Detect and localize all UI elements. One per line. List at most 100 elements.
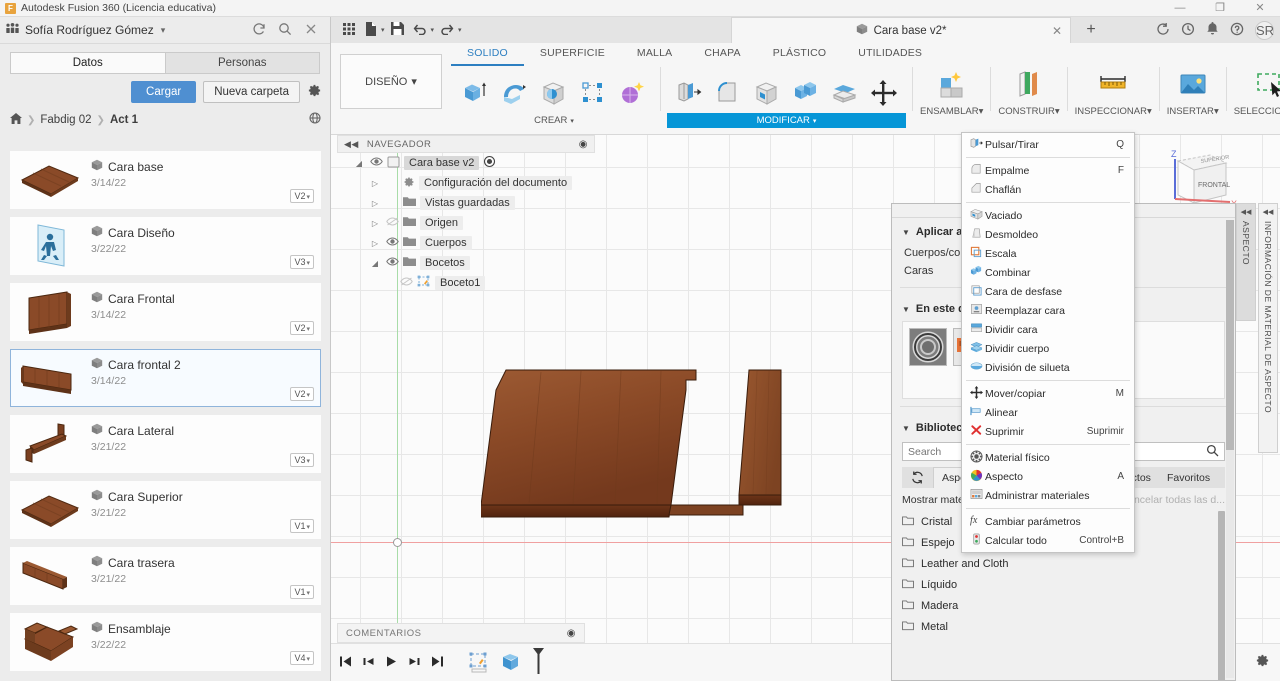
- navigator-row[interactable]: ▷Origen: [337, 213, 595, 233]
- navigator-root-row[interactable]: ◢ Cara base v2: [337, 153, 595, 173]
- navigator-row[interactable]: ▷Vistas guardadas: [337, 193, 595, 213]
- app-grid-icon[interactable]: [339, 22, 359, 39]
- menu-item-material-f-sico[interactable]: Material físico: [962, 448, 1134, 467]
- library-folder-row[interactable]: Líquido: [902, 574, 1225, 595]
- undo-icon[interactable]: [410, 22, 430, 38]
- version-badge[interactable]: V2▾: [290, 189, 314, 203]
- globe-icon[interactable]: [309, 112, 322, 128]
- search-icon[interactable]: [1206, 444, 1219, 460]
- vertical-tab-aspecto[interactable]: ◀◀ ASPECTO: [1236, 203, 1256, 321]
- tab-datos[interactable]: Datos: [10, 52, 165, 74]
- visibility-eye-icon[interactable]: [385, 257, 399, 269]
- ribbon-tab-chapa[interactable]: CHAPA: [688, 43, 756, 66]
- expand-triangle-icon[interactable]: ◢: [369, 259, 381, 268]
- version-badge[interactable]: V3▾: [290, 255, 314, 269]
- document-tab[interactable]: Cara base v2* ✕: [731, 17, 1071, 43]
- close-window-button[interactable]: ✕: [1240, 0, 1280, 17]
- ribbon-tab-list[interactable]: SOLIDOSUPERFICIEMALLACHAPAPLÁSTICOUTILID…: [451, 43, 938, 66]
- gear-icon[interactable]: [307, 83, 322, 101]
- home-icon[interactable]: [10, 113, 22, 127]
- expand-triangle-icon[interactable]: ◢: [353, 159, 365, 168]
- version-badge[interactable]: V1▾: [290, 585, 314, 599]
- visibility-eye-icon[interactable]: [369, 157, 383, 169]
- timeline-prev-button[interactable]: [362, 655, 375, 671]
- ribbon-tab-solido[interactable]: SOLIDO: [451, 43, 524, 66]
- activate-component-icon[interactable]: [483, 155, 496, 171]
- modify-dropdown-menu[interactable]: Pulsar/TirarQ EmpalmeFChaflán VaciadoDesmo…: [961, 132, 1135, 553]
- history-clock-icon[interactable]: [1181, 22, 1195, 39]
- timeline-node-sketch[interactable]: [468, 651, 490, 675]
- list-item[interactable]: Cara Lateral3/21/22V3▾: [10, 415, 321, 473]
- comments-options-icon[interactable]: ◉: [567, 628, 576, 639]
- version-badge[interactable]: V3▾: [290, 453, 314, 467]
- menu-item-administrar-materiales[interactable]: Administrar materiales: [962, 486, 1134, 505]
- chevron-down-icon[interactable]: ▾: [161, 25, 166, 36]
- ribbon-group-label-crear[interactable]: CREAR▾: [526, 113, 582, 128]
- refresh-icon[interactable]: [252, 22, 266, 39]
- menu-item-calcular-todo[interactable]: Calcular todoControl+B: [962, 531, 1134, 550]
- menu-item-cara-de-desfase[interactable]: Cara de desfase: [962, 282, 1134, 301]
- cancel-all-downloads-link[interactable]: Cancelar todas las d...: [1121, 494, 1225, 506]
- menu-item-suprimir[interactable]: SuprimirSuprimir: [962, 422, 1134, 441]
- menu-item-divisi-n-de-silueta[interactable]: División de silueta: [962, 358, 1134, 377]
- visibility-eye-icon[interactable]: [385, 217, 399, 229]
- comments-bar[interactable]: COMENTARIOS ◉: [337, 623, 585, 643]
- construct-icon[interactable]: [1011, 65, 1047, 105]
- menu-item-empalme[interactable]: EmpalmeF: [962, 161, 1134, 180]
- menu-item-pulsar-tirar[interactable]: Pulsar/TirarQ: [962, 135, 1134, 154]
- gear-icon[interactable]: [1255, 653, 1270, 671]
- timeline-last-button[interactable]: [431, 655, 444, 671]
- vertical-tab-informacion-material[interactable]: ◀◀ INFORMACIÓN DE MATERIAL DE ASPECTO: [1258, 203, 1278, 453]
- ribbon-group-ensamblar[interactable]: ENSAMBLAR▾: [916, 65, 987, 117]
- close-tab-icon[interactable]: ✕: [1052, 24, 1062, 38]
- timeline-node-extrude[interactable]: [500, 651, 522, 675]
- select-icon[interactable]: [1252, 65, 1280, 105]
- timeline-marker-icon[interactable]: [532, 648, 545, 677]
- expand-triangle-icon[interactable]: ▷: [369, 219, 381, 228]
- combine-icon[interactable]: [788, 73, 824, 113]
- list-item[interactable]: Cara frontal 23/14/22V2▾: [10, 349, 321, 407]
- ribbon-group-construir[interactable]: CONSTRUIR▾: [994, 65, 1063, 117]
- form-icon[interactable]: [614, 73, 650, 113]
- menu-item-dividir-cara[interactable]: Dividir cara: [962, 320, 1134, 339]
- library-tab-favorites[interactable]: Favoritos: [1159, 467, 1218, 488]
- expand-triangle-icon[interactable]: ▷: [369, 199, 381, 208]
- tab-personas[interactable]: Personas: [165, 52, 321, 74]
- inspect-icon[interactable]: [1095, 65, 1131, 105]
- menu-item-cambiar-par-metros[interactable]: fxCambiar parámetros: [962, 512, 1134, 531]
- 3d-model-body[interactable]: [481, 345, 911, 545]
- list-item[interactable]: Ensamblaje3/22/22V4▾: [10, 613, 321, 671]
- shell-icon[interactable]: [749, 73, 785, 113]
- minimize-button[interactable]: —: [1160, 0, 1200, 17]
- breadcrumb-item-0[interactable]: Fabdig 02: [40, 114, 91, 126]
- list-item[interactable]: Cara trasera3/21/22V1▾: [10, 547, 321, 605]
- menu-item-vaciado[interactable]: Vaciado: [962, 206, 1134, 225]
- library-refresh-button[interactable]: [902, 467, 933, 488]
- user-name[interactable]: Sofía Rodríguez Gómez: [25, 23, 154, 37]
- ribbon-group-label-modificar[interactable]: MODIFICAR▾: [667, 113, 906, 128]
- offset-face-icon[interactable]: [827, 73, 863, 113]
- sphere-icon[interactable]: [536, 73, 572, 113]
- menu-item-escala[interactable]: Escala: [962, 244, 1134, 263]
- close-panel-icon[interactable]: [304, 22, 318, 39]
- visibility-eye-icon[interactable]: [399, 277, 413, 289]
- version-badge[interactable]: V2▾: [290, 387, 314, 401]
- version-badge[interactable]: V1▾: [290, 519, 314, 533]
- menu-item-chafl-n[interactable]: Chaflán: [962, 180, 1134, 199]
- navigator-tree[interactable]: ▷Configuración del documento▷Vistas guar…: [337, 173, 595, 293]
- version-badge[interactable]: V4▾: [290, 651, 314, 665]
- press-pull-icon[interactable]: [671, 73, 707, 113]
- menu-item-mover-copiar[interactable]: Mover/copiarM: [962, 384, 1134, 403]
- avatar[interactable]: SR: [1255, 21, 1274, 40]
- navigator-options-icon[interactable]: ◉: [579, 139, 588, 150]
- upload-button[interactable]: Cargar: [131, 81, 196, 103]
- pattern-icon[interactable]: [575, 73, 611, 113]
- ribbon-tab-utilidades[interactable]: UTILIDADES: [842, 43, 938, 66]
- chevron-down-icon[interactable]: ▾: [431, 26, 435, 34]
- timeline-first-button[interactable]: [339, 655, 352, 671]
- menu-item-desmoldeo[interactable]: Desmoldeo: [962, 225, 1134, 244]
- list-item[interactable]: Cara Diseño3/22/22V3▾: [10, 217, 321, 275]
- navigator-row[interactable]: ▷Configuración del documento: [337, 173, 595, 193]
- navigator-row[interactable]: ◢Bocetos: [337, 253, 595, 273]
- list-item[interactable]: Cara Frontal3/14/22V2▾: [10, 283, 321, 341]
